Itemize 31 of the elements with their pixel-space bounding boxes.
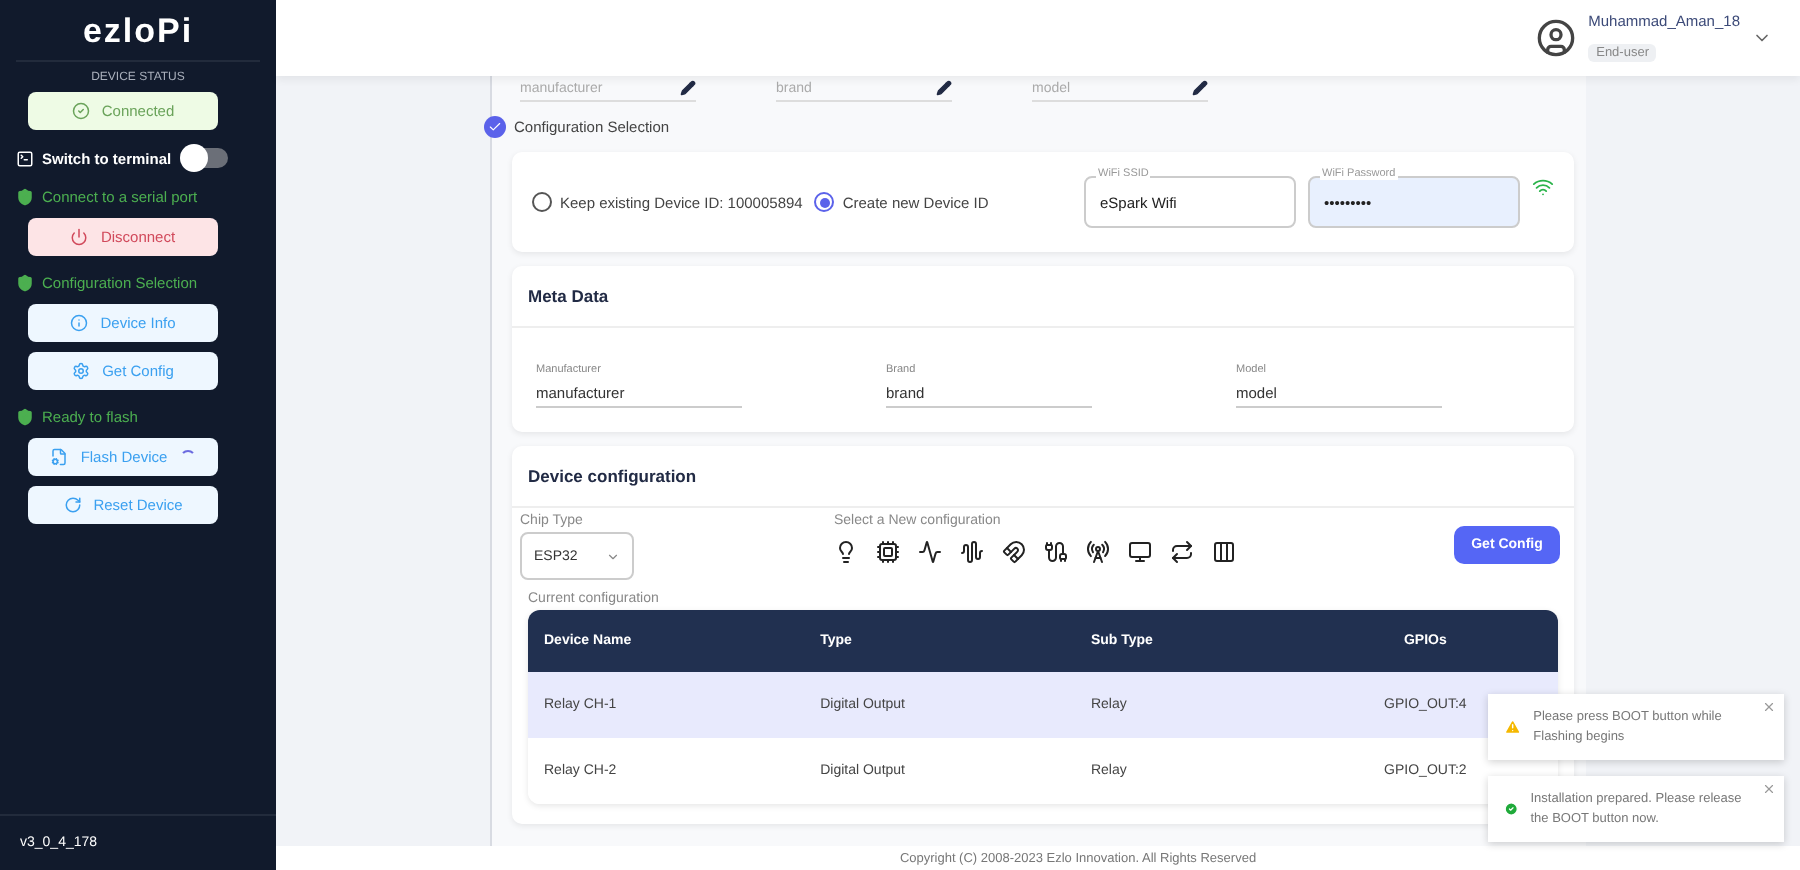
- chip-icon[interactable]: [876, 540, 900, 564]
- card-title: Device configuration: [512, 446, 1574, 508]
- caret-icon: [606, 549, 620, 563]
- pulse-icon[interactable]: [918, 540, 942, 564]
- file-gear-icon: [50, 448, 69, 466]
- info-icon: [70, 314, 89, 332]
- antenna-icon[interactable]: [1086, 540, 1110, 564]
- power-icon: [70, 228, 89, 246]
- check-circle-icon: [1504, 798, 1519, 820]
- monitor-icon[interactable]: [1128, 540, 1152, 564]
- columns-icon[interactable]: [1212, 540, 1236, 564]
- waveform-icon[interactable]: [960, 540, 984, 564]
- settings-icon: [72, 362, 91, 380]
- pencil-icon[interactable]: [680, 80, 696, 96]
- cable-icon[interactable]: [1044, 540, 1068, 564]
- close-button[interactable]: [1762, 782, 1776, 796]
- pencil-icon[interactable]: [936, 80, 952, 96]
- lightbulb-icon[interactable]: [834, 540, 858, 564]
- loop-icon[interactable]: [1170, 540, 1194, 564]
- close-button[interactable]: [1762, 700, 1776, 714]
- card-title: Meta Data: [512, 266, 1574, 328]
- terminal-icon: [16, 149, 34, 167]
- user-avatar-icon: [1536, 18, 1577, 58]
- pencil-icon[interactable]: [1192, 80, 1208, 96]
- terminal-switch[interactable]: [183, 148, 228, 168]
- magnet-icon[interactable]: [1002, 540, 1026, 564]
- warning-icon: [1504, 716, 1522, 738]
- check-circle-icon: [71, 102, 90, 120]
- wifi-icon: [1532, 176, 1554, 198]
- ezlopi-logo: ezloPi: [16, 0, 260, 62]
- rotate-icon: [63, 496, 82, 514]
